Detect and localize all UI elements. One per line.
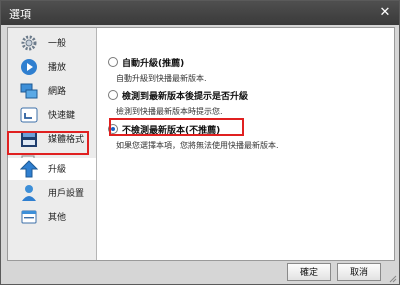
sidebar-item-hotkeys[interactable]: 快速鍵	[8, 104, 96, 126]
keyboard-icon	[20, 107, 38, 123]
option-description: 自動升級到快播最新版本.	[116, 74, 207, 83]
options-dialog: 選項 ✕ 一般 播放 網路 快速鍵 媒體格式 升級 用戶設置 其他 自動升級(推…	[0, 0, 400, 285]
sidebar-item-network[interactable]: 網路	[8, 80, 96, 102]
dialog-title: 選項	[9, 8, 31, 21]
option-title: 自動升級(推薦)	[122, 59, 185, 69]
user-icon	[22, 185, 36, 201]
resize-grip-icon[interactable]	[389, 275, 397, 283]
sidebar-item-general[interactable]: 一般	[8, 32, 96, 54]
nav-highlight-box	[7, 131, 89, 155]
gear-icon	[21, 35, 37, 51]
sidebar-item-label: 用戶設置	[48, 189, 85, 199]
dialog-footer: 確定 取消	[1, 263, 399, 285]
option-title: 檢測到最新版本後提示是否升級	[122, 92, 249, 102]
sidebar-item-upgrade[interactable]: 升級	[8, 158, 96, 180]
sidebar-item-label: 快速鍵	[48, 111, 76, 121]
upgrade-icon	[20, 160, 38, 178]
other-icon	[21, 210, 37, 224]
prompt-upgrade-radio[interactable]	[108, 90, 118, 100]
sidebar-item-label: 升級	[48, 165, 67, 175]
sidebar-item-label: 網路	[48, 87, 67, 97]
cancel-button[interactable]: 取消	[337, 263, 381, 281]
network-icon	[20, 83, 38, 99]
play-icon	[21, 59, 37, 75]
auto-upgrade-radio[interactable]	[108, 57, 118, 67]
sidebar-item-label: 其他	[48, 213, 67, 223]
option-description: 檢測到快播最新版本時提示您.	[116, 107, 223, 116]
option-description: 如果您選擇本項，您將無法使用快播最新版本.	[116, 141, 279, 150]
sidebar-item-other[interactable]: 其他	[8, 206, 96, 228]
option-highlight-box	[109, 118, 244, 136]
sidebar-item-label: 播放	[48, 63, 67, 73]
sidebar-item-label: 一般	[48, 39, 67, 49]
close-icon[interactable]: ✕	[377, 5, 393, 21]
title-bar: 選項 ✕	[1, 1, 399, 25]
ok-button[interactable]: 確定	[287, 263, 331, 281]
sidebar-item-user-settings[interactable]: 用戶設置	[8, 182, 96, 204]
sidebar-item-playback[interactable]: 播放	[8, 56, 96, 78]
upgrade-settings-panel: 自動升級(推薦) 自動升級到快播最新版本. 檢測到最新版本後提示是否升級 檢測到…	[108, 28, 392, 260]
